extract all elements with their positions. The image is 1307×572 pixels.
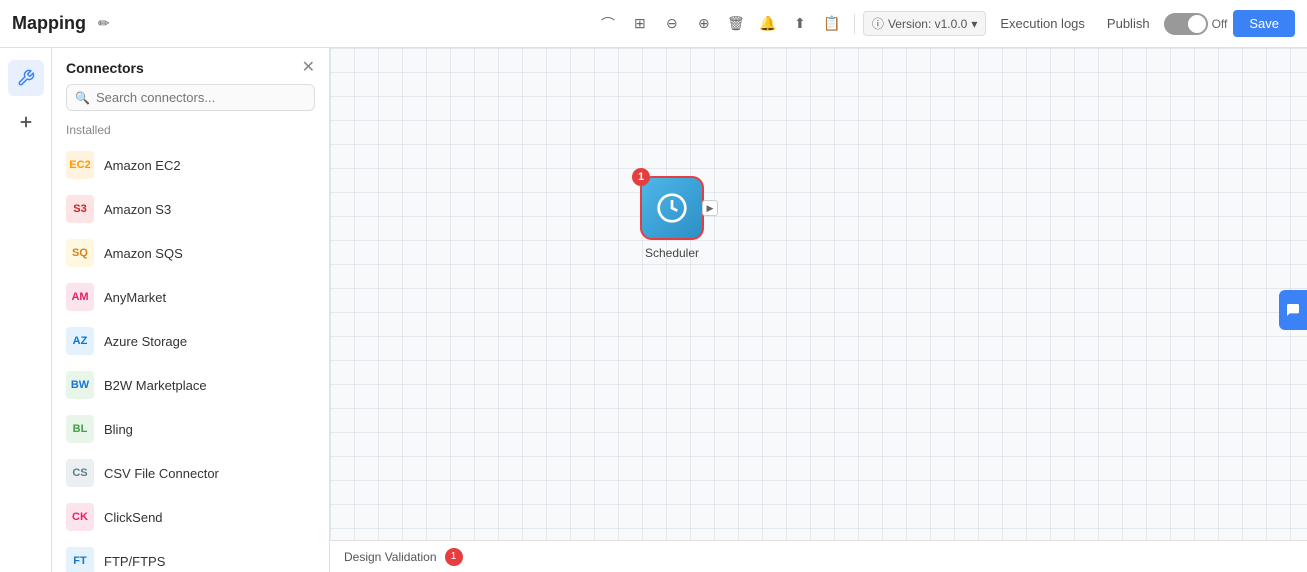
header: Mapping ✏ ⌒⊞⊖⊕🗑🔔⬆📋 ⓘ Version: v1.0.0 ▾ E… (0, 0, 1307, 48)
connector-name: CSV File Connector (104, 466, 219, 481)
toggle-container: Off (1164, 13, 1228, 35)
connector-icon: AZ (66, 327, 94, 355)
node-expand-arrow[interactable]: ▶ (702, 200, 718, 216)
edit-icon[interactable]: ✏ (98, 15, 110, 32)
installed-section-label: Installed (52, 119, 329, 143)
bottom-bar: Design Validation 1 (330, 540, 1307, 572)
connect-icon[interactable]: ⌒ (594, 10, 622, 38)
connectors-list: EC2 Amazon EC2 S3 Amazon S3 SQ Amazon SQS AM An… (52, 143, 329, 572)
connector-item[interactable]: S3 Amazon S3 (52, 187, 329, 231)
connector-item[interactable]: BL Bling (52, 407, 329, 451)
connector-item[interactable]: SQ Amazon SQS (52, 231, 329, 275)
connector-item[interactable]: AZ Azure Storage (52, 319, 329, 363)
bell-icon[interactable]: 🔔 (754, 10, 782, 38)
node-label: Scheduler (645, 246, 699, 260)
connector-item[interactable]: FT FTP/FTPS (52, 539, 329, 572)
connectors-panel: Connectors ✕ 🔍 Installed EC2 Amazon EC2 S3… (52, 48, 330, 572)
search-icon: 🔍 (75, 91, 90, 105)
connectors-title: Connectors (66, 60, 144, 76)
clock-icon (656, 192, 688, 224)
scheduler-node[interactable]: 1 ▶ Scheduler (640, 176, 704, 260)
main-layout: Connectors ✕ 🔍 Installed EC2 Amazon EC2 S3… (0, 48, 1307, 572)
connector-icon: EC2 (66, 151, 94, 179)
connector-icon: BL (66, 415, 94, 443)
version-badge[interactable]: ⓘ Version: v1.0.0 ▾ (863, 11, 986, 36)
node-box[interactable]: ▶ (640, 176, 704, 240)
toggle-label: Off (1212, 17, 1228, 31)
share-icon[interactable]: ⬆ (786, 10, 814, 38)
toggle-switch[interactable] (1164, 13, 1208, 35)
connector-item[interactable]: BW B2W Marketplace (52, 363, 329, 407)
left-sidebar (0, 48, 52, 572)
connector-icon: FT (66, 547, 94, 572)
zoom-out-icon[interactable]: ⊖ (658, 10, 686, 38)
connector-icon: AM (66, 283, 94, 311)
chat-float-button[interactable] (1279, 290, 1307, 330)
connector-icon: BW (66, 371, 94, 399)
connector-name: FTP/FTPS (104, 554, 165, 569)
zoom-in-icon[interactable]: ⊕ (690, 10, 718, 38)
close-icon[interactable]: ✕ (302, 60, 315, 76)
copy-icon[interactable]: 📋 (818, 10, 846, 38)
connector-name: Amazon S3 (104, 202, 171, 217)
layout-icon[interactable]: ⊞ (626, 10, 654, 38)
toggle-knob (1188, 15, 1206, 33)
save-button[interactable]: Save (1233, 10, 1295, 37)
search-input[interactable] (96, 90, 306, 105)
toolbar: ⌒⊞⊖⊕🗑🔔⬆📋 ⓘ Version: v1.0.0 ▾ Execution l… (594, 10, 1295, 38)
connector-item[interactable]: CK ClickSend (52, 495, 329, 539)
execution-logs-button[interactable]: Execution logs (992, 12, 1093, 35)
connector-item[interactable]: AM AnyMarket (52, 275, 329, 319)
connector-name: Amazon SQS (104, 246, 183, 261)
connector-icon: CK (66, 503, 94, 531)
info-badge-icon: ⓘ (872, 15, 884, 32)
connector-icon: SQ (66, 239, 94, 267)
delete-icon[interactable]: 🗑 (722, 10, 750, 38)
connector-name: B2W Marketplace (104, 378, 207, 393)
chat-icon (1285, 302, 1301, 318)
connector-name: AnyMarket (104, 290, 166, 305)
validation-error-badge: 1 (445, 548, 463, 566)
canvas-area[interactable]: 1 ▶ Scheduler (330, 48, 1307, 572)
add-button[interactable] (8, 104, 44, 140)
toolbar-divider (854, 14, 855, 34)
connectors-header: Connectors ✕ (52, 48, 329, 84)
connector-name: Bling (104, 422, 133, 437)
search-bar: 🔍 (66, 84, 315, 111)
connector-name: Azure Storage (104, 334, 187, 349)
connector-icon: S3 (66, 195, 94, 223)
connector-name: ClickSend (104, 510, 163, 525)
page-title: Mapping (12, 13, 86, 34)
publish-button[interactable]: Publish (1099, 12, 1158, 35)
version-label: Version: v1.0.0 (888, 17, 967, 31)
connector-icon: CS (66, 459, 94, 487)
chevron-down-icon: ▾ (971, 17, 977, 31)
connector-item[interactable]: EC2 Amazon EC2 (52, 143, 329, 187)
connector-name: Amazon EC2 (104, 158, 181, 173)
tools-button[interactable] (8, 60, 44, 96)
node-error-badge: 1 (632, 168, 650, 186)
connector-item[interactable]: CS CSV File Connector (52, 451, 329, 495)
design-validation-label: Design Validation (344, 550, 437, 564)
